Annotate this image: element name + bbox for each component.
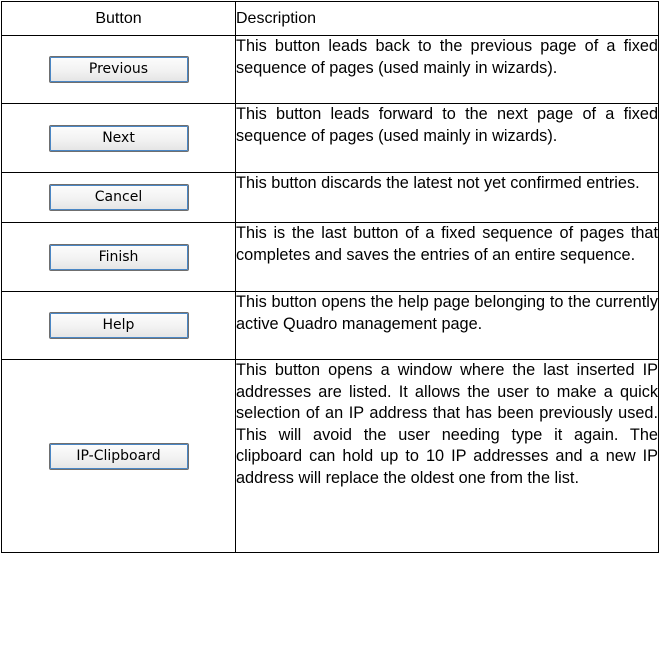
table-row: Next This button leads forward to the ne… bbox=[1, 103, 659, 173]
ip-clipboard-button[interactable]: IP-Clipboard bbox=[48, 442, 189, 470]
table-row: Finish This is the last button of a fixe… bbox=[1, 222, 659, 292]
previous-button[interactable]: Previous bbox=[48, 56, 189, 83]
button-cell: Next bbox=[1, 103, 236, 173]
button-cell: Help bbox=[1, 291, 236, 360]
button-cell: Previous bbox=[1, 35, 236, 104]
button-cell: IP-Clipboard bbox=[1, 359, 236, 553]
button-description-table: Button Description Previous This button … bbox=[1, 1, 659, 553]
table-row: Help This button opens the help page bel… bbox=[1, 291, 659, 360]
button-cell: Cancel bbox=[1, 172, 236, 223]
next-button[interactable]: Next bbox=[48, 124, 189, 152]
description-cell: This button discards the latest not yet … bbox=[235, 172, 659, 223]
table-header-row: Button Description bbox=[1, 1, 659, 36]
description-cell: This button opens the help page belongin… bbox=[235, 291, 659, 360]
description-cell: This button leads back to the previous p… bbox=[235, 35, 659, 104]
cancel-button[interactable]: Cancel bbox=[48, 184, 189, 211]
table-row: Cancel This button discards the latest n… bbox=[1, 172, 659, 223]
description-cell: This is the last button of a fixed seque… bbox=[235, 222, 659, 292]
help-button[interactable]: Help bbox=[48, 312, 189, 339]
description-cell: This button leads forward to the next pa… bbox=[235, 103, 659, 173]
column-header-description: Description bbox=[235, 1, 659, 36]
description-cell: This button opens a window where the las… bbox=[235, 359, 659, 553]
column-header-button: Button bbox=[1, 1, 236, 36]
button-cell: Finish bbox=[1, 222, 236, 292]
finish-button[interactable]: Finish bbox=[48, 243, 189, 271]
table-row: Previous This button leads back to the p… bbox=[1, 35, 659, 104]
table-row: IP-Clipboard This button opens a window … bbox=[1, 359, 659, 553]
